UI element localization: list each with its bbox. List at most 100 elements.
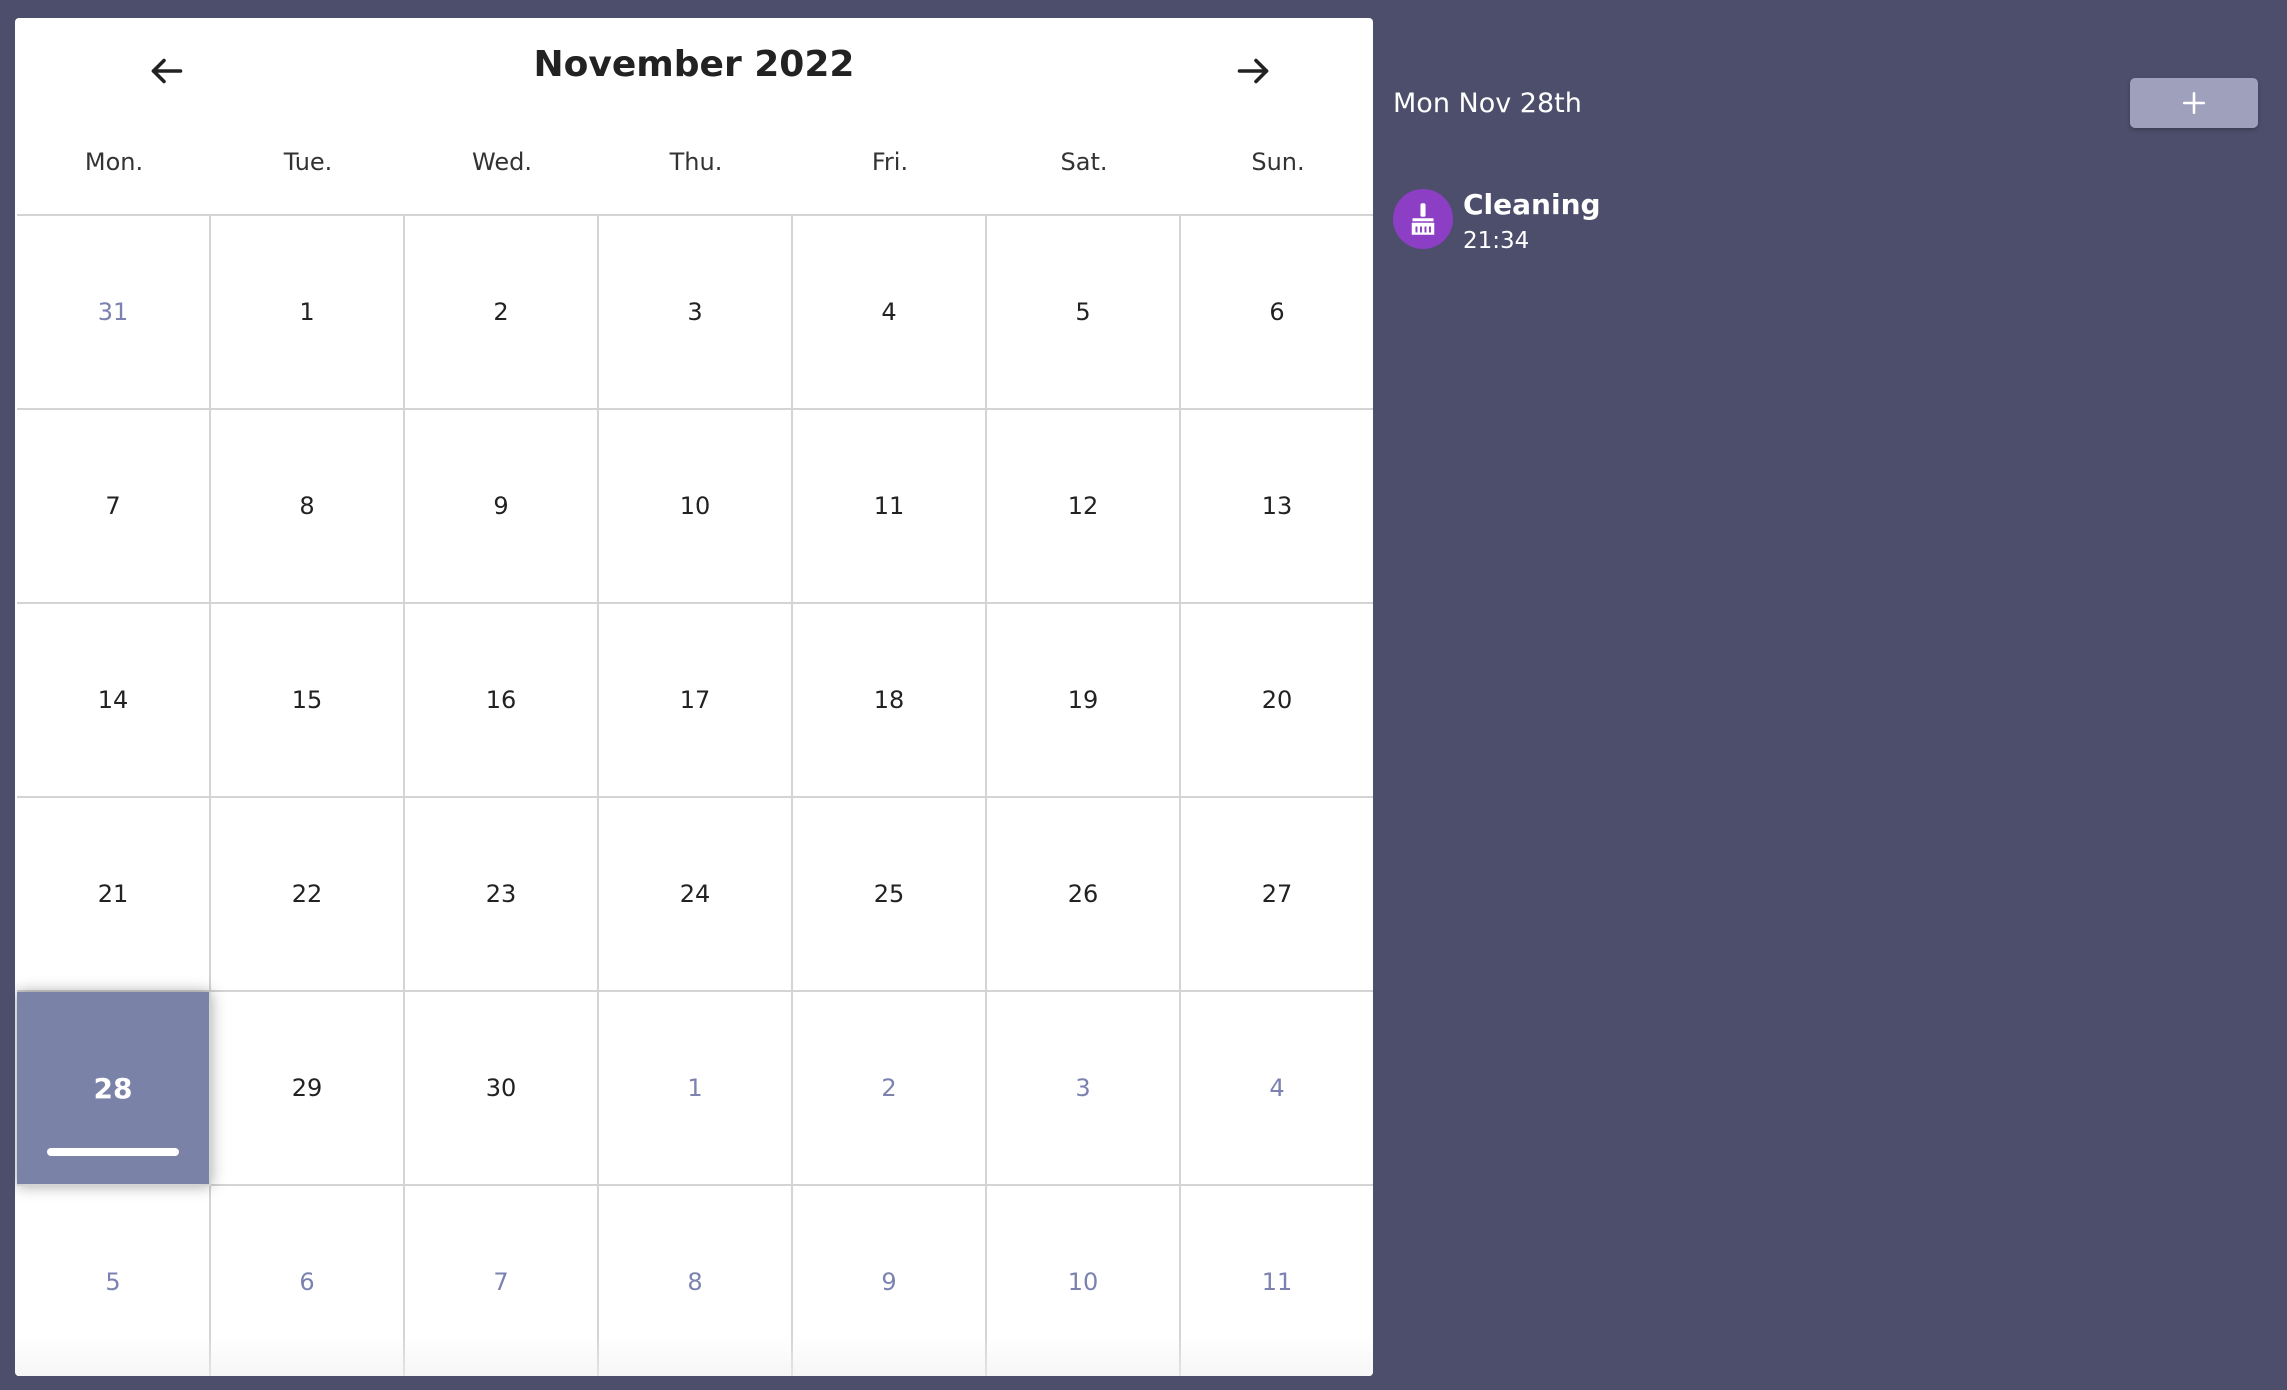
day-cell[interactable]: 18 <box>793 604 987 798</box>
day-number: 5 <box>105 1268 121 1296</box>
day-cell[interactable]: 21 <box>17 798 211 992</box>
day-cell[interactable]: 1 <box>599 992 793 1186</box>
day-cell-selected[interactable]: 28 <box>17 992 211 1186</box>
day-number: 4 <box>1269 1074 1285 1102</box>
day-cell[interactable]: 7 <box>405 1186 599 1376</box>
day-cell[interactable]: 31 <box>17 216 211 410</box>
day-number: 25 <box>873 880 905 908</box>
day-cell[interactable]: 6 <box>1181 216 1373 410</box>
day-cell[interactable]: 19 <box>987 604 1181 798</box>
day-number: 27 <box>1261 880 1293 908</box>
day-number: 23 <box>485 880 517 908</box>
day-number: 19 <box>1067 686 1099 714</box>
day-number: 6 <box>299 1268 315 1296</box>
day-cell[interactable]: 17 <box>599 604 793 798</box>
event-avatar <box>1393 189 1453 249</box>
month-title: November 2022 <box>533 44 855 85</box>
day-number: 26 <box>1067 880 1099 908</box>
day-cell[interactable]: 8 <box>599 1186 793 1376</box>
day-cell[interactable]: 7 <box>17 410 211 604</box>
weekday-label: Sun. <box>1251 148 1305 176</box>
day-number: 9 <box>493 492 509 520</box>
day-cell[interactable]: 30 <box>405 992 599 1186</box>
day-number: 11 <box>873 492 905 520</box>
day-number: 21 <box>97 880 129 908</box>
day-cell[interactable]: 2 <box>793 992 987 1186</box>
day-cell[interactable]: 12 <box>987 410 1181 604</box>
day-cell[interactable]: 2 <box>405 216 599 410</box>
day-cell[interactable]: 6 <box>211 1186 405 1376</box>
calendar-day-grid: 31 1 2 3 4 5 6 7 8 9 10 11 12 13 14 15 16 17 18 19 20 21 22 23 2… <box>17 214 1373 1376</box>
day-cell[interactable]: 23 <box>405 798 599 992</box>
day-number: 9 <box>881 1268 897 1296</box>
event-item[interactable]: Cleaning 21:34 <box>1393 188 1893 258</box>
day-cell[interactable]: 4 <box>1181 992 1373 1186</box>
day-number: 16 <box>485 686 517 714</box>
day-cell[interactable]: 1 <box>211 216 405 410</box>
day-number: 18 <box>873 686 905 714</box>
event-title: Cleaning <box>1463 188 1601 221</box>
day-number: 12 <box>1067 492 1099 520</box>
day-number: 22 <box>291 880 323 908</box>
day-cell[interactable]: 13 <box>1181 410 1373 604</box>
day-cell[interactable]: 4 <box>793 216 987 410</box>
day-cell[interactable]: 29 <box>211 992 405 1186</box>
day-cell[interactable]: 24 <box>599 798 793 992</box>
day-number: 28 <box>93 1071 133 1105</box>
day-cell[interactable]: 16 <box>405 604 599 798</box>
day-number: 17 <box>679 686 711 714</box>
day-cell[interactable]: 9 <box>793 1186 987 1376</box>
day-cell[interactable]: 11 <box>1181 1186 1373 1376</box>
day-number: 20 <box>1261 686 1293 714</box>
day-number: 2 <box>493 298 509 326</box>
day-cell[interactable]: 15 <box>211 604 405 798</box>
weekday-header-row: Mon. Tue. Wed. Thu. Fri. Sat. Sun. <box>17 148 1373 218</box>
selected-date-label: Mon Nov 28th <box>1393 88 1582 119</box>
day-detail-panel: Mon Nov 28th Cleaning 21:34 <box>1372 0 2287 1390</box>
arrow-right-icon <box>1237 58 1269 84</box>
day-number: 8 <box>687 1268 703 1296</box>
weekday-label: Sat. <box>1060 148 1108 176</box>
day-cell[interactable]: 5 <box>987 216 1181 410</box>
weekday-label: Mon. <box>84 148 144 176</box>
calendar-header: November 2022 <box>15 18 1373 118</box>
day-number: 8 <box>299 492 315 520</box>
day-number: 10 <box>679 492 711 520</box>
day-number: 3 <box>687 298 703 326</box>
day-cell[interactable]: 9 <box>405 410 599 604</box>
day-number: 1 <box>687 1074 703 1102</box>
weekday-label: Tue. <box>283 148 333 176</box>
day-cell[interactable]: 26 <box>987 798 1181 992</box>
day-cell[interactable]: 14 <box>17 604 211 798</box>
day-number: 5 <box>1075 298 1091 326</box>
day-cell[interactable]: 8 <box>211 410 405 604</box>
day-cell[interactable]: 3 <box>599 216 793 410</box>
plus-icon <box>2182 91 2206 115</box>
broom-icon <box>1411 203 1435 235</box>
weekday-label: Fri. <box>871 148 909 176</box>
day-cell[interactable]: 11 <box>793 410 987 604</box>
day-number: 13 <box>1261 492 1293 520</box>
day-number: 3 <box>1075 1074 1091 1102</box>
day-cell[interactable]: 22 <box>211 798 405 992</box>
day-number: 1 <box>299 298 315 326</box>
next-month-button[interactable] <box>1218 36 1288 106</box>
add-event-button[interactable] <box>2130 78 2258 128</box>
day-number: 31 <box>97 298 129 326</box>
day-cell[interactable]: 10 <box>599 410 793 604</box>
day-cell[interactable]: 27 <box>1181 798 1373 992</box>
weekday-label: Wed. <box>472 148 532 176</box>
event-time: 21:34 <box>1463 228 1530 254</box>
day-number: 15 <box>291 686 323 714</box>
calendar: November 2022 Mon. Tue. Wed. Thu. Fri. S… <box>15 18 1373 1376</box>
day-cell[interactable]: 20 <box>1181 604 1373 798</box>
day-cell[interactable]: 3 <box>987 992 1181 1186</box>
weekday-label: Thu. <box>669 148 723 176</box>
day-cell[interactable]: 5 <box>17 1186 211 1376</box>
day-number: 10 <box>1067 1268 1099 1296</box>
day-number: 2 <box>881 1074 897 1102</box>
day-number: 7 <box>493 1268 509 1296</box>
day-cell[interactable]: 10 <box>987 1186 1181 1376</box>
day-number: 4 <box>881 298 897 326</box>
day-cell[interactable]: 25 <box>793 798 987 992</box>
